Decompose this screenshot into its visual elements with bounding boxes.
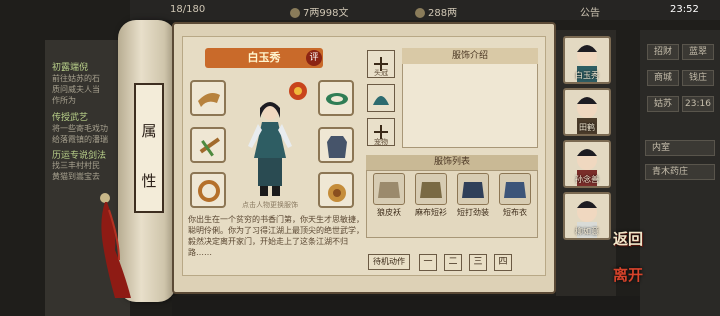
linen-shirt-icon <box>420 182 442 198</box>
flute-icon <box>199 137 220 157</box>
money-display: 7两998文 <box>290 4 348 19</box>
fur-coat-icon <box>378 182 400 198</box>
page-button-2[interactable]: 二 <box>444 254 462 271</box>
quest-text: 找三丰村村民 黄猫到嵩宝去 <box>52 161 100 181</box>
costume-label: 麻布短衫 <box>415 208 447 217</box>
quest-title[interactable]: 初露端倪 <box>52 60 88 73</box>
ring-icon <box>198 180 220 202</box>
costume-item[interactable] <box>457 173 489 205</box>
menu-button[interactable]: 招财 <box>647 44 679 60</box>
rod-top-char: 属 <box>141 122 157 140</box>
equip-slot-weapon[interactable] <box>190 80 226 116</box>
quest-text: 前往姑苏的石 质问威夫人当 作所为 <box>52 74 100 105</box>
clock: 23:52 <box>670 4 699 15</box>
equip-slot-bracelet[interactable] <box>318 80 354 116</box>
roster-name: 孙念善 <box>575 175 599 184</box>
costume-intro-title: 服饰介绍 <box>402 48 538 64</box>
bank-button[interactable]: 钱庄 <box>682 70 714 86</box>
menu-button[interactable]: 蓝翠 <box>682 44 714 60</box>
rod-bottom-char: 性 <box>141 172 157 190</box>
location-label: 姑苏 <box>647 96 679 112</box>
equip-slot-armor[interactable] <box>318 127 354 163</box>
page-button-4[interactable]: 四 <box>494 254 512 271</box>
slot-headwear-label: 头冠 <box>374 69 388 77</box>
tassel-icon <box>100 193 131 298</box>
slot-cloak[interactable] <box>367 84 395 112</box>
costume-item[interactable] <box>373 173 405 205</box>
rate-badge[interactable]: 评 <box>306 50 322 66</box>
costume-item[interactable] <box>415 173 447 205</box>
top-status-bar: 18/180 7两998文 288两 公告 23:52 <box>130 0 720 20</box>
change-costume-hint: 点击人物更换服饰 <box>242 201 298 209</box>
coin-icon <box>415 8 425 18</box>
cloak-icon <box>373 96 389 105</box>
roster-name: 柳如意 <box>575 227 599 236</box>
costume-item[interactable] <box>499 173 531 205</box>
sash-icon <box>198 93 220 107</box>
character-figure[interactable] <box>240 98 300 198</box>
costume-label: 狼皮袄 <box>377 208 401 217</box>
leave-button[interactable]: 离开 <box>613 264 643 285</box>
quest-title[interactable]: 传授武艺 <box>52 110 88 123</box>
coin-icon <box>290 8 300 18</box>
slot-pet-label: 宠物 <box>374 138 388 146</box>
cloth-shirt-icon <box>504 182 526 198</box>
herb-shop-button[interactable]: 青木药庄 <box>645 164 715 180</box>
fighter-outfit-icon <box>462 182 484 198</box>
page-button-1[interactable]: 一 <box>419 254 437 271</box>
equip-slot-accessory[interactable] <box>190 127 226 163</box>
roster-name: 田鹤 <box>579 123 595 132</box>
quest-text: 将一些寄毛戏功 给落霞镇的潘瑞 <box>52 124 108 144</box>
character-bio: 你出生在一个贫穷的书香门第，你天生才思敏捷，聪明伶俐。你为了习得江湖上最顶尖的绝… <box>188 215 364 257</box>
location-time: 23:16 <box>682 96 714 112</box>
equip-slot-ring[interactable] <box>190 172 226 208</box>
emblem-icon <box>289 82 307 100</box>
shop-button[interactable]: 商城 <box>647 70 679 86</box>
bottom-toolbar <box>172 296 640 316</box>
vest-icon <box>327 136 347 158</box>
back-button[interactable]: 返回 <box>613 228 643 249</box>
costume-label: 短打劲装 <box>457 208 489 217</box>
roster-name: 白玉秀 <box>575 71 599 80</box>
bracelet-icon <box>326 93 348 105</box>
costume-label: 短布衣 <box>503 208 527 217</box>
page-button-3[interactable]: 三 <box>469 254 487 271</box>
equip-slot-amulet[interactable] <box>318 172 354 208</box>
scroll-label-box <box>134 83 164 213</box>
inner-room-button[interactable]: 内室 <box>645 140 715 156</box>
idle-animation-button[interactable]: 待机动作 <box>368 254 410 270</box>
amulet-icon <box>328 184 346 202</box>
announcement-button[interactable]: 公告 <box>580 4 600 19</box>
points-display: 288两 <box>415 4 457 19</box>
costume-list-title: 服饰列表 <box>366 155 538 170</box>
days-counter: 18/180 <box>170 4 206 15</box>
